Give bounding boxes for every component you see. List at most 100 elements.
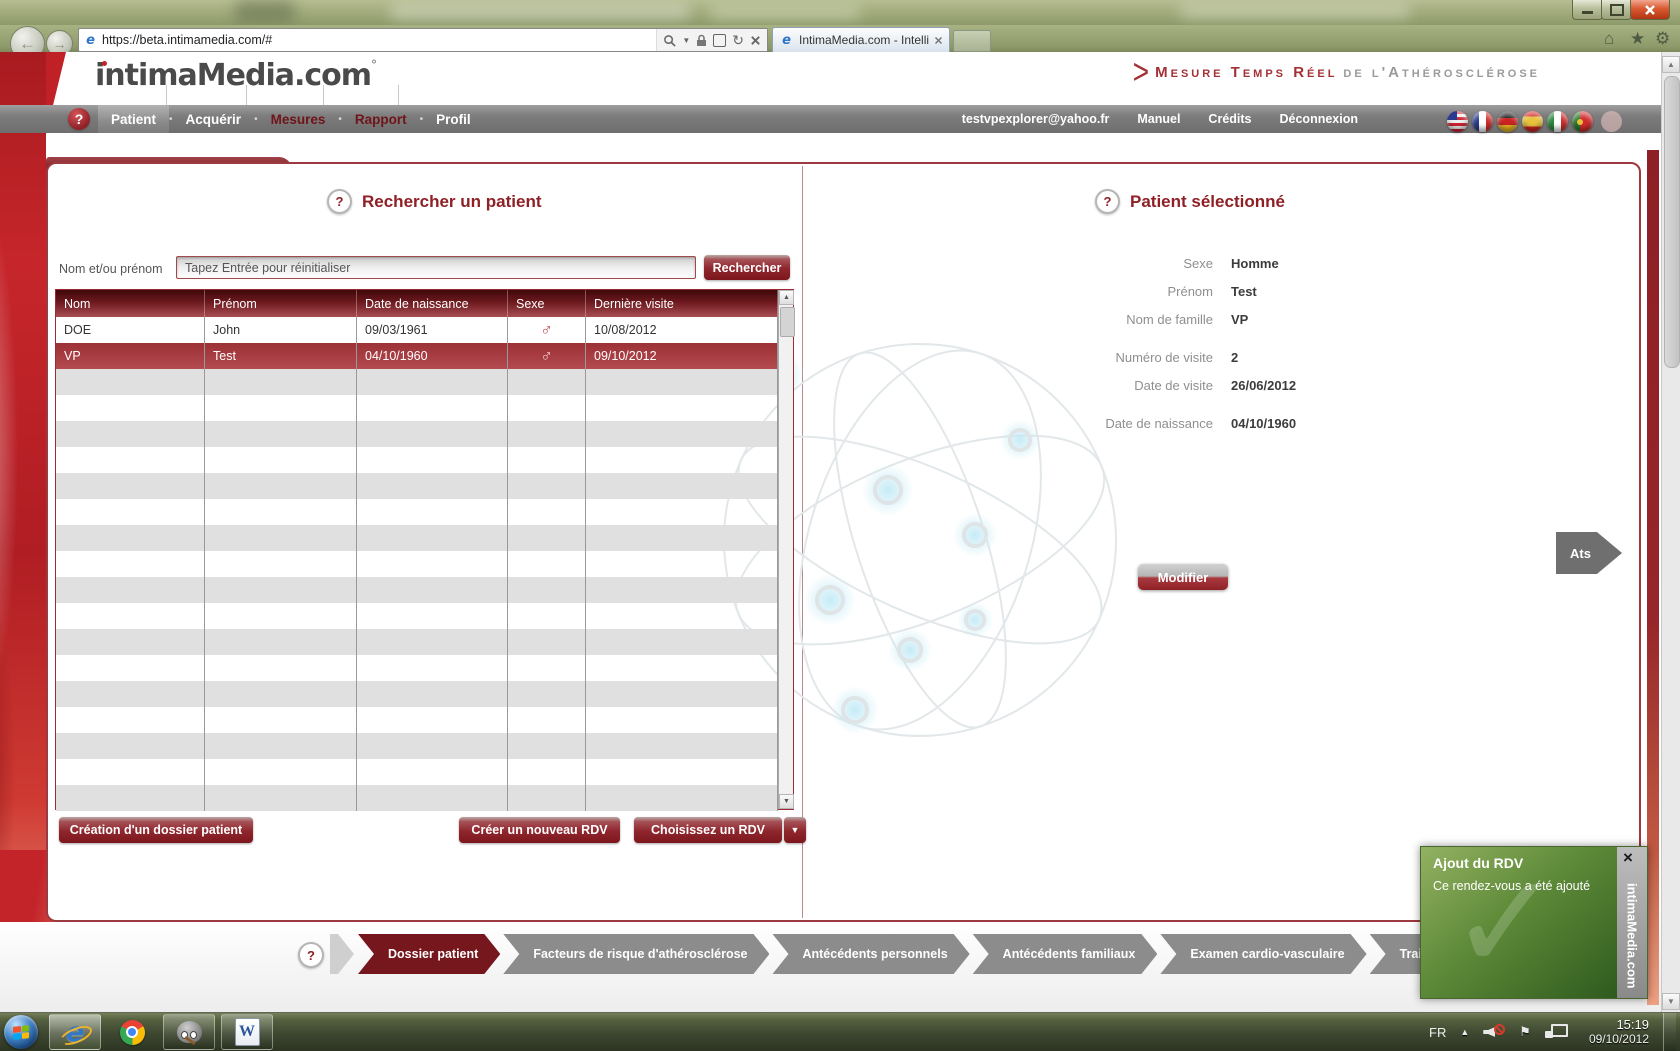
search-dropdown-icon[interactable]: ▼ bbox=[682, 36, 690, 45]
taskbar-clock[interactable]: 15:19 09/10/2012 bbox=[1589, 1017, 1649, 1047]
browser-tab[interactable]: e IntimaMedia.com - Intellig... bbox=[772, 27, 950, 52]
rdv-added-toast: ✓ Ajout du RDV Ce rendez-vous a été ajou… bbox=[1420, 846, 1648, 999]
empty-table-row[interactable] bbox=[56, 733, 778, 759]
page-scrollbar[interactable]: ▲ ▼ bbox=[1661, 52, 1680, 1012]
taskbar-app-internet-explorer[interactable]: e bbox=[49, 1014, 101, 1050]
link-deconnexion[interactable]: Déconnexion bbox=[1280, 112, 1359, 126]
flag-spain-icon[interactable] bbox=[1522, 111, 1543, 132]
tab-close-icon[interactable] bbox=[934, 36, 943, 45]
flag-france-icon[interactable] bbox=[1472, 111, 1493, 132]
nav-item-patient[interactable]: Patient bbox=[98, 105, 169, 133]
taskbar-app-gimp[interactable] bbox=[163, 1014, 215, 1050]
empty-table-row[interactable] bbox=[56, 759, 778, 785]
choose-rdv-button[interactable]: Choisissez un RDV bbox=[634, 817, 782, 843]
table-cell bbox=[357, 785, 508, 811]
breadcrumb-item-facteurs-risque[interactable]: Facteurs de risque d'athérosclérose bbox=[503, 934, 769, 974]
maximize-button[interactable] bbox=[1601, 0, 1632, 20]
minimize-button[interactable] bbox=[1572, 0, 1603, 20]
new-tab-button[interactable] bbox=[953, 30, 991, 52]
help-icon[interactable]: ? bbox=[1095, 189, 1120, 214]
favorites-star-icon[interactable]: ★ bbox=[1630, 29, 1645, 49]
breadcrumb-item-dossier-patient[interactable]: Dossier patient bbox=[358, 934, 500, 974]
scrollbar-thumb[interactable] bbox=[780, 307, 795, 337]
name-search-field bbox=[176, 256, 696, 279]
url-input[interactable] bbox=[98, 32, 656, 48]
compatibility-view-icon[interactable] bbox=[713, 34, 726, 47]
empty-table-row[interactable] bbox=[56, 369, 778, 395]
home-icon[interactable]: ⌂ bbox=[1604, 29, 1614, 49]
empty-table-row[interactable] bbox=[56, 629, 778, 655]
flag-portugal-icon[interactable] bbox=[1572, 111, 1593, 132]
nav-item-acquerir[interactable]: Acquérir bbox=[173, 105, 255, 133]
close-button[interactable] bbox=[1630, 0, 1670, 20]
flag-germany-icon[interactable] bbox=[1497, 111, 1518, 132]
create-rdv-button[interactable]: Créer un nouveau RDV bbox=[459, 817, 620, 843]
modifier-button[interactable]: Modifier bbox=[1138, 564, 1228, 590]
table-cell bbox=[586, 681, 778, 707]
empty-table-row[interactable] bbox=[56, 525, 778, 551]
help-icon[interactable]: ? bbox=[68, 108, 90, 130]
table-scrollbar[interactable]: ▲ ▼ bbox=[778, 290, 793, 809]
table-cell bbox=[357, 473, 508, 499]
table-cell bbox=[508, 447, 586, 473]
nav-item-profil[interactable]: Profil bbox=[423, 105, 484, 133]
empty-table-row[interactable] bbox=[56, 785, 778, 811]
table-header-row: NomPrénomDate de naissanceSexeDernière v… bbox=[56, 290, 778, 317]
table-row[interactable]: DOEJohn09/03/1961♂10/08/2012 bbox=[56, 317, 778, 343]
tools-gear-icon[interactable]: ⚙ bbox=[1655, 29, 1670, 49]
scroll-up-icon[interactable]: ▲ bbox=[779, 290, 794, 305]
empty-table-row[interactable] bbox=[56, 447, 778, 473]
table-row[interactable]: VPTest04/10/1960♂09/10/2012 bbox=[56, 343, 778, 369]
taskbar-app-chrome[interactable] bbox=[107, 1015, 157, 1049]
empty-table-row[interactable] bbox=[56, 473, 778, 499]
scroll-up-icon[interactable]: ▲ bbox=[1662, 56, 1680, 73]
empty-table-row[interactable] bbox=[56, 681, 778, 707]
breadcrumb-item-examen-cardio[interactable]: Examen cardio-vasculaire bbox=[1160, 934, 1366, 974]
hidden-icons-chevron-icon[interactable]: ▲ bbox=[1460, 1027, 1469, 1037]
scroll-down-icon[interactable]: ▼ bbox=[1662, 993, 1680, 1010]
create-dossier-button[interactable]: Création d'un dossier patient bbox=[59, 817, 253, 843]
volume-muted-icon[interactable] bbox=[1483, 1023, 1505, 1041]
action-center-flag-icon[interactable]: ⚑ bbox=[1519, 1024, 1531, 1040]
breadcrumb-item-antecedents-personnels[interactable]: Antécédents personnels bbox=[772, 934, 969, 974]
main-menu: Patient•Acquérir•Mesures•Rapport•Profil bbox=[98, 105, 484, 133]
empty-table-row[interactable] bbox=[56, 655, 778, 681]
empty-table-row[interactable] bbox=[56, 421, 778, 447]
scroll-down-icon[interactable]: ▼ bbox=[779, 794, 794, 809]
name-search-input[interactable] bbox=[177, 257, 695, 278]
link-manuel[interactable]: Manuel bbox=[1137, 112, 1180, 126]
empty-table-row[interactable] bbox=[56, 395, 778, 421]
help-icon[interactable]: ? bbox=[298, 942, 324, 968]
language-indicator[interactable]: FR bbox=[1429, 1025, 1446, 1040]
taskbar-app-word[interactable]: W bbox=[221, 1014, 273, 1050]
patient-field-row: SexeHomme bbox=[900, 252, 1380, 274]
toast-close-icon[interactable]: × bbox=[1623, 849, 1633, 866]
network-icon[interactable] bbox=[1545, 1023, 1569, 1041]
empty-table-row[interactable] bbox=[56, 577, 778, 603]
table-cell bbox=[205, 759, 357, 785]
patients-table: NomPrénomDate de naissanceSexeDernière v… bbox=[55, 289, 794, 810]
empty-table-row[interactable] bbox=[56, 499, 778, 525]
empty-table-row[interactable] bbox=[56, 551, 778, 577]
nav-item-mesures[interactable]: Mesures bbox=[258, 105, 339, 133]
help-icon[interactable]: ? bbox=[327, 189, 352, 214]
start-button[interactable] bbox=[4, 1015, 38, 1049]
link-credits[interactable]: Crédits bbox=[1208, 112, 1251, 126]
nav-item-rapport[interactable]: Rapport bbox=[342, 105, 420, 133]
rechercher-button[interactable]: Rechercher bbox=[704, 255, 790, 280]
scrollbar-thumb[interactable] bbox=[1664, 76, 1680, 368]
refresh-icon[interactable]: ↻ bbox=[732, 32, 744, 49]
table-cell bbox=[56, 499, 205, 525]
breadcrumb-item-antecedents-familiaux[interactable]: Antécédents familiaux bbox=[973, 934, 1158, 974]
table-cell bbox=[586, 707, 778, 733]
flag-usa-icon[interactable] bbox=[1447, 111, 1468, 132]
empty-table-row[interactable] bbox=[56, 603, 778, 629]
table-cell bbox=[205, 603, 357, 629]
choose-rdv-dropdown-arrow[interactable]: ▼ bbox=[784, 817, 806, 843]
address-bar[interactable]: e ▼ ↻ bbox=[78, 28, 768, 52]
flag-italy-icon[interactable] bbox=[1547, 111, 1568, 132]
show-desktop-button[interactable] bbox=[1663, 1013, 1676, 1051]
empty-table-row[interactable] bbox=[56, 707, 778, 733]
stop-icon[interactable] bbox=[750, 35, 761, 46]
search-icon[interactable] bbox=[663, 34, 676, 47]
